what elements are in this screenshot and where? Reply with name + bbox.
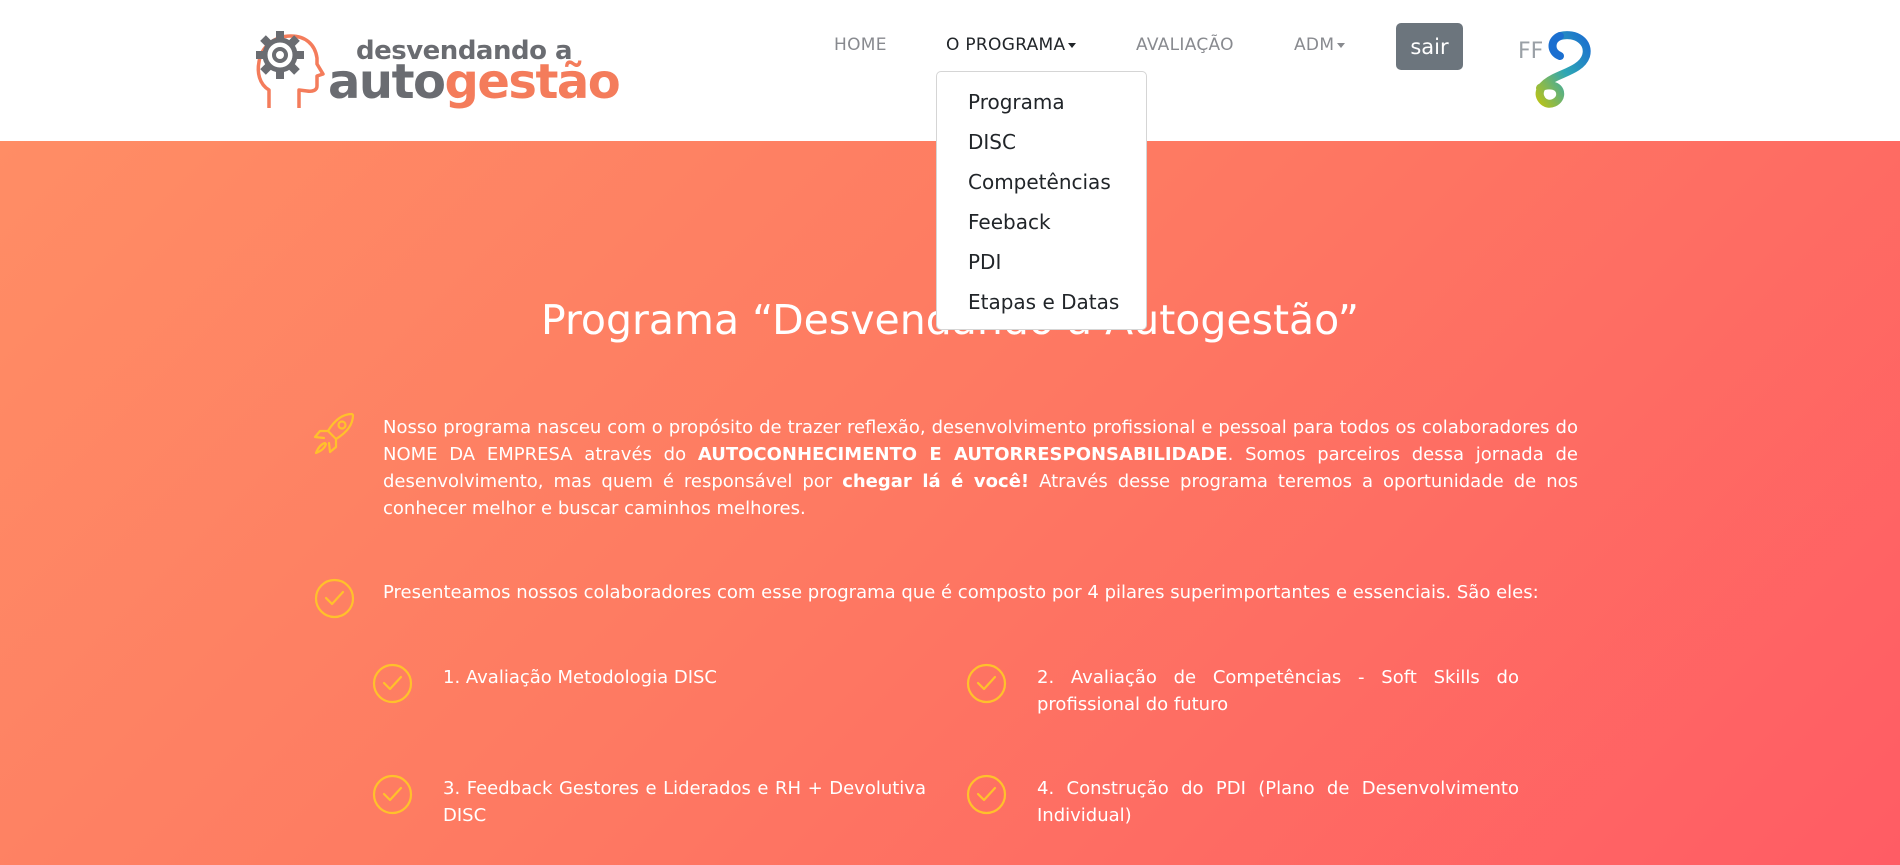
rocket-icon [313,412,355,455]
nav-home[interactable]: HOME [834,35,887,55]
check-circle-icon [372,663,413,704]
caret-down-icon [1068,42,1077,48]
intro-highlight-1: AUTOCONHECIMENTO E AUTORRESPONSABILIDADE [697,444,1228,465]
brand-name: autogestão [328,54,621,110]
logout-button[interactable]: sair [1396,23,1463,70]
check-circle-icon [966,774,1007,815]
check-circle-icon [966,663,1007,704]
pillars-intro: Presenteamos nossos colaboradores com es… [383,582,1539,603]
check-circle-icon [314,578,355,619]
nav-adm[interactable]: ADM [1294,35,1346,55]
caret-down-icon [1337,42,1346,48]
pillar-item-4: 4. Construção do PDI (Plano de Desenvolv… [1037,778,1519,826]
dropdown-item-feedback[interactable]: Feeback [937,202,1146,242]
pillar-item-2: 2. Avaliação de Competências - Soft Skil… [1037,667,1519,715]
nav-avaliacao[interactable]: AVALIAÇÃO [1136,35,1234,55]
dropdown-item-pdi[interactable]: PDI [937,242,1146,282]
o-programa-dropdown-menu: Programa DISC Competências Feeback PDI E… [936,71,1147,330]
brand-logo[interactable]: desvendando a autogestão [253,28,621,114]
brand-name-part1: auto [328,54,446,110]
nav-adm-label: ADM [1294,35,1335,55]
partner-logo: FF [1518,31,1591,108]
dropdown-item-programa[interactable]: Programa [937,82,1146,122]
partner-logo-text: FF [1518,39,1543,64]
nav-o-programa-label: O PROGRAMA [946,35,1066,55]
brand-name-part2: gestão [444,54,620,110]
pillar-item-3: 3. Feedback Gestores e Liderados e RH + … [443,778,926,826]
pillar-item-1: 1. Avaliação Metodologia DISC [443,667,717,688]
dropdown-item-disc[interactable]: DISC [937,122,1146,162]
nav-o-programa[interactable]: O PROGRAMA [946,35,1077,55]
program-intro: Nosso programa nasceu com o propósito de… [383,414,1578,522]
dropdown-item-competencias[interactable]: Competências [937,162,1146,202]
gear-head-icon [256,31,325,108]
intro-highlight-2: chegar lá é você! [842,471,1030,492]
dropdown-item-etapas-e-datas[interactable]: Etapas e Datas [937,282,1146,322]
check-circle-icon [372,774,413,815]
